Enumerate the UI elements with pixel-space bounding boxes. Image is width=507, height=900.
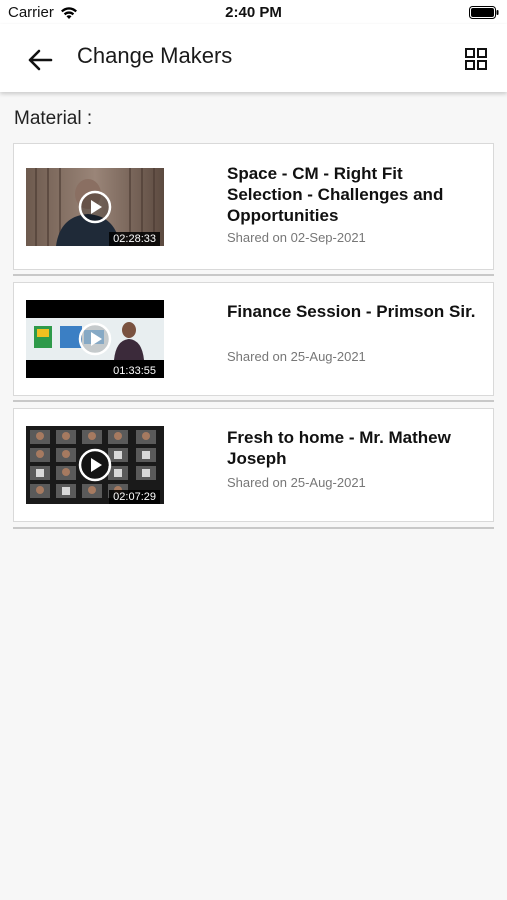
card-divider [13, 400, 494, 402]
grid-view-icon [465, 48, 487, 70]
play-icon [78, 448, 112, 482]
screen: Carrier 2:40 PM Change Makers Material:… [0, 0, 507, 900]
material-title: Finance Session - Primson Sir. [227, 302, 476, 321]
card-divider [13, 274, 494, 276]
play-icon [78, 322, 112, 356]
play-icon [78, 190, 112, 224]
back-button[interactable] [20, 40, 60, 80]
status-time: 2:40 PM [225, 4, 282, 21]
video-thumbnail[interactable]: 01:33:55 [26, 300, 164, 378]
material-card[interactable]: 02:28:33 Space - CM - Right Fit Selectio… [13, 143, 494, 270]
video-duration: 01:33:55 [109, 364, 160, 378]
video-duration: 02:07:29 [109, 490, 160, 504]
status-bar: Carrier 2:40 PM [0, 0, 507, 24]
video-thumbnail[interactable]: 02:28:33 [26, 168, 164, 246]
material-title: Fresh to home - Mr. Mathew Joseph [227, 428, 451, 468]
material-card[interactable]: 01:33:55 Finance Session - Primson Sir. … [13, 282, 494, 396]
section-label: Material : [14, 108, 93, 129]
video-duration: 02:28:33 [109, 232, 160, 246]
video-thumbnail[interactable]: 02:07:29 [26, 426, 164, 504]
page-title: Change Makers [77, 43, 233, 68]
material-card[interactable]: 02:07:29 Fresh to home - Mr. Mathew Jose… [13, 408, 494, 522]
arrow-left-icon [28, 49, 53, 71]
grid-view-button[interactable] [459, 42, 493, 76]
app-bar: Change Makers [0, 24, 507, 92]
shared-date: Shared on 25-Aug-2021 [227, 475, 366, 490]
material-title: Space - CM - Right Fit Selection - Chall… [227, 164, 444, 225]
shared-date: Shared on 02-Sep-2021 [227, 230, 366, 245]
card-divider [13, 527, 494, 529]
battery-icon [469, 6, 499, 19]
shared-date: Shared on 25-Aug-2021 [227, 349, 366, 364]
